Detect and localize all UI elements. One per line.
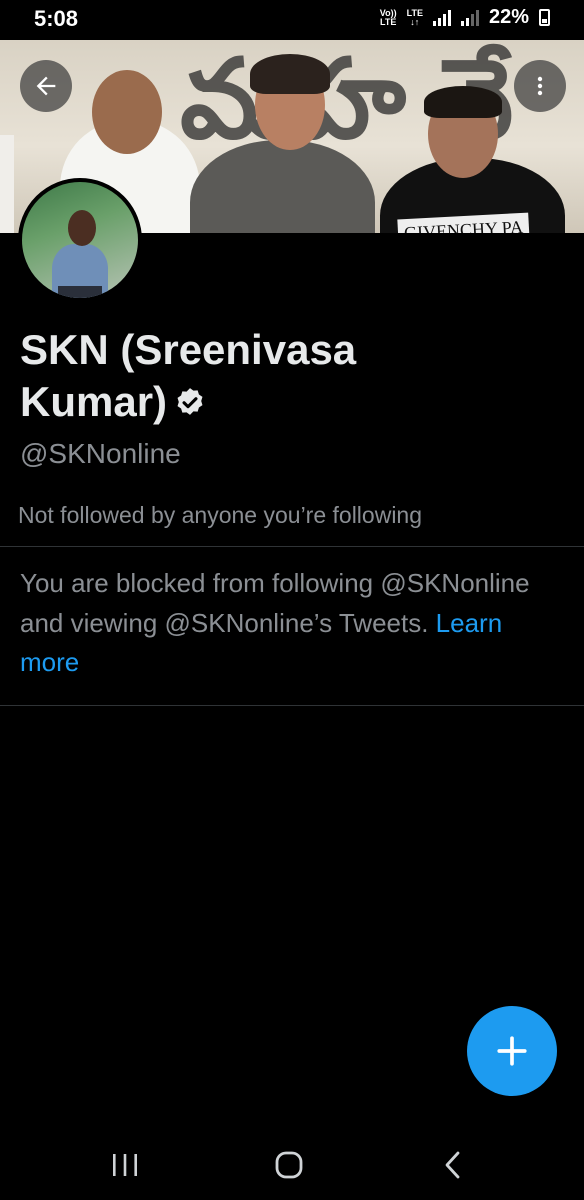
more-options-button[interactable]	[514, 60, 566, 112]
vertical-dots-icon	[537, 76, 543, 96]
home-button[interactable]	[264, 1145, 314, 1185]
recent-apps-icon	[113, 1154, 137, 1176]
back-icon	[445, 1151, 460, 1179]
status-time: 5:08	[34, 6, 79, 31]
signal-icon-2	[460, 9, 479, 26]
recent-apps-button[interactable]	[100, 1145, 150, 1185]
followed-by-text: Not followed by anyone you’re following	[18, 502, 423, 528]
status-icons: Vo)) LTE LTE ↓↑ 22%	[380, 6, 550, 29]
home-icon	[275, 1151, 303, 1179]
blocked-notice: You are blocked from following @SKNonlin…	[20, 564, 565, 683]
profile-handle: @SKNonline	[20, 438, 181, 469]
system-nav-bar	[0, 1125, 584, 1200]
system-back-button[interactable]	[428, 1145, 478, 1185]
battery-percent: 22%	[488, 6, 529, 28]
plus-icon	[497, 1036, 527, 1066]
arrow-left-icon	[36, 76, 56, 96]
volte-icon: Vo)) LTE	[379, 7, 397, 27]
divider	[0, 546, 584, 547]
status-bar: 5:08 Vo)) LTE LTE ↓↑ 22%	[0, 0, 584, 40]
signal-icon	[432, 9, 451, 26]
compose-tweet-button[interactable]	[467, 1006, 557, 1096]
divider	[0, 705, 584, 706]
avatar[interactable]	[18, 178, 142, 302]
lte-label: LTE ↓↑	[406, 7, 423, 27]
verified-badge-icon	[177, 388, 203, 415]
battery-charging-icon	[539, 9, 550, 26]
display-name: SKN (Sreenivasa Kumar)	[20, 324, 440, 428]
back-button[interactable]	[20, 60, 72, 112]
